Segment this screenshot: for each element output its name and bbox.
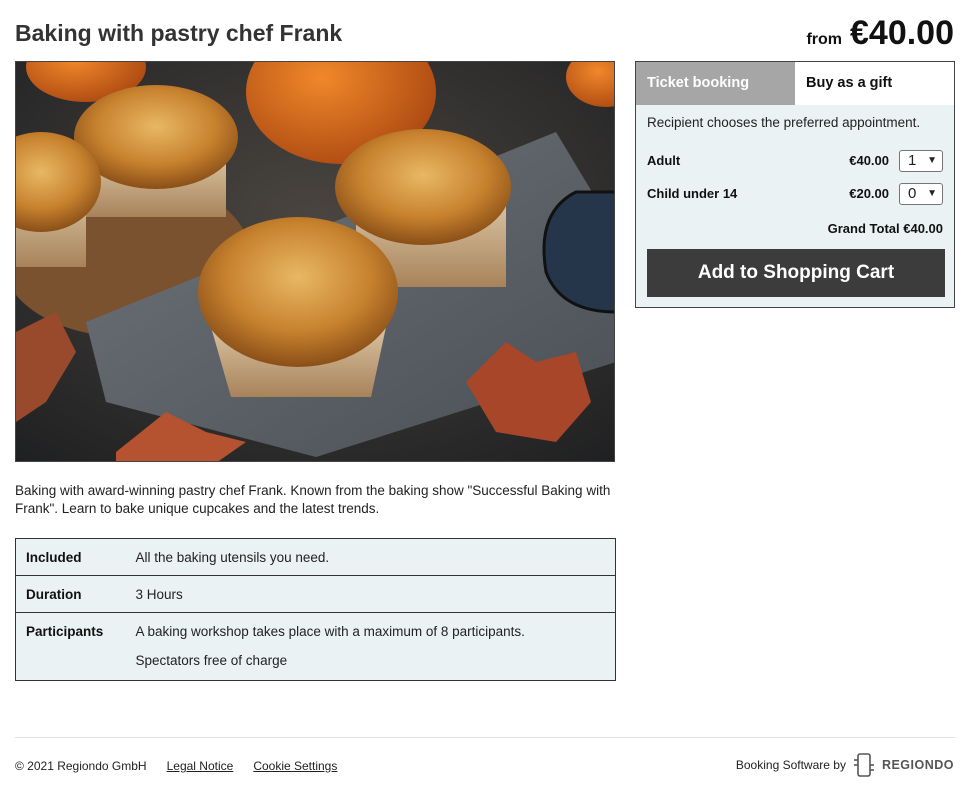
tab-ticket-booking[interactable]: Ticket booking xyxy=(636,62,795,105)
price-amount: €40.00 xyxy=(850,14,954,52)
ticket-name: Child under 14 xyxy=(647,186,738,201)
spectators-note: Spectators free of charge xyxy=(135,653,288,668)
details-row-included: Included All the baking utensils you nee… xyxy=(16,539,616,576)
ticket-price: €20.00 xyxy=(849,186,889,201)
details-label: Participants xyxy=(15,612,136,681)
copyright: © 2021 Regiondo GmbH xyxy=(15,759,147,773)
ticket-row-adult: Adult €40.00 1 ▼ xyxy=(636,144,954,177)
cookie-settings-link[interactable]: Cookie Settings xyxy=(253,759,337,773)
details-label: Duration xyxy=(15,575,136,613)
chevron-down-icon: ▼ xyxy=(927,155,937,166)
recipient-note: Recipient chooses the preferred appointm… xyxy=(647,115,921,130)
page-title: Baking with pastry chef Frank xyxy=(15,20,343,46)
price-prefix: from xyxy=(806,31,842,48)
footer: © 2021 Regiondo GmbH Legal Notice Cookie… xyxy=(15,759,337,773)
footer-divider xyxy=(15,737,955,738)
powered-by[interactable]: Booking Software by REGIONDO xyxy=(736,753,954,777)
details-value: All the baking utensils you need. xyxy=(135,550,330,565)
grand-total: Grand Total €40.00 xyxy=(827,221,943,236)
quantity-value: 1 xyxy=(908,152,917,169)
tab-buy-as-gift[interactable]: Buy as a gift xyxy=(795,62,954,105)
details-value: 3 Hours xyxy=(135,575,616,613)
powered-by-label: Booking Software by xyxy=(735,758,846,772)
details-label: Included xyxy=(26,550,82,565)
add-to-cart-button[interactable]: Add to Shopping Cart xyxy=(647,249,945,297)
ticket-price: €40.00 xyxy=(849,153,889,168)
details-row-duration: Duration 3 Hours xyxy=(15,575,616,613)
price-from: from €40.00 xyxy=(806,14,954,53)
child-quantity-select[interactable]: 0 ▼ xyxy=(899,182,943,205)
details-value: A baking workshop takes place with a max… xyxy=(135,612,616,681)
booking-widget: Ticket booking Buy as a gift Recipient c… xyxy=(635,61,955,308)
details-table: Included All the baking utensils you nee… xyxy=(15,538,616,681)
ticket-row-child: Child under 14 €20.00 0 ▼ xyxy=(636,177,954,210)
participants-max: A baking workshop takes place with a max… xyxy=(135,624,525,639)
ticket-name: Adult xyxy=(647,153,681,168)
chevron-down-icon: ▼ xyxy=(927,188,937,199)
quantity-value: 0 xyxy=(908,185,917,202)
booking-tabs: Ticket booking Buy as a gift xyxy=(636,62,954,105)
event-description: Baking with award-winning pastry chef Fr… xyxy=(15,483,611,516)
brand-name: REGIONDO xyxy=(881,758,954,772)
legal-notice-link[interactable]: Legal Notice xyxy=(167,759,234,773)
hero-image xyxy=(15,61,615,462)
adult-quantity-select[interactable]: 1 ▼ xyxy=(899,149,943,172)
muffins-photo xyxy=(16,62,614,461)
details-row-participants: Participants A baking workshop takes pla… xyxy=(15,612,616,681)
regiondo-logo-icon xyxy=(853,753,874,777)
